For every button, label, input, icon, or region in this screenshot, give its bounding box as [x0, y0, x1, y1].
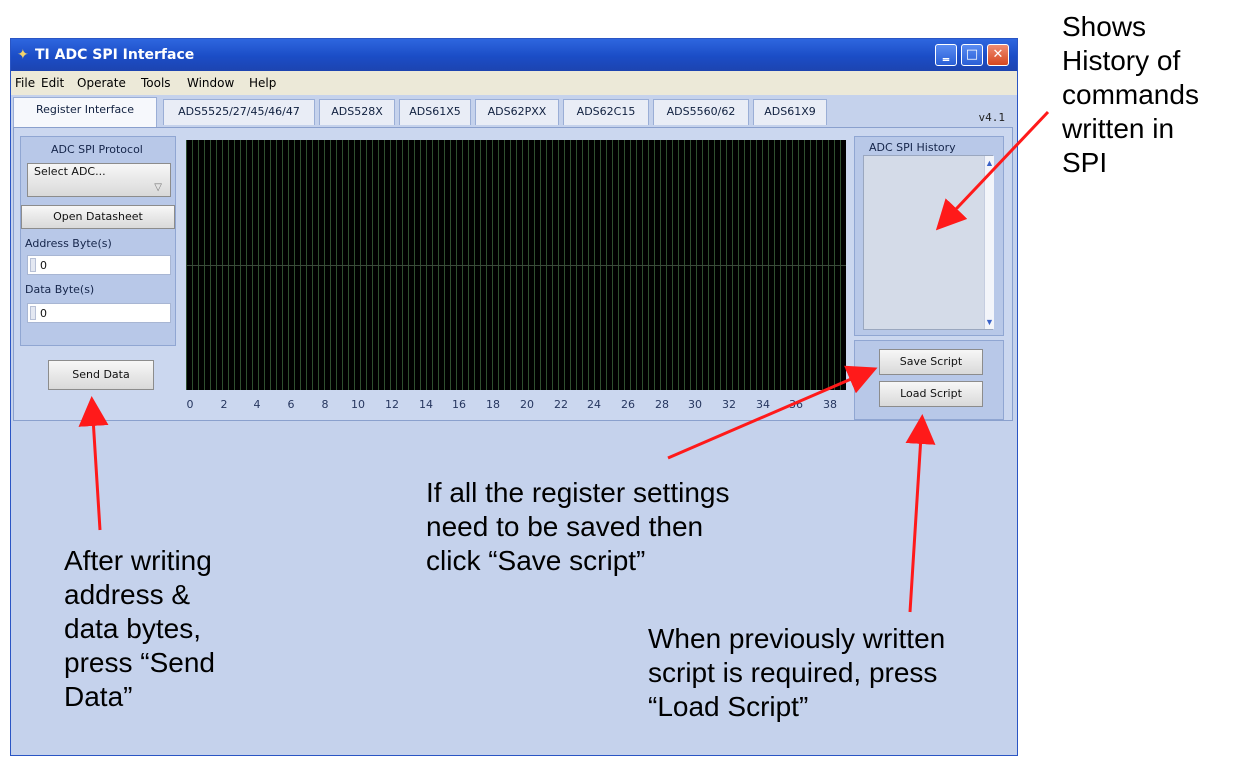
annotation-line: data bytes, [64, 613, 201, 644]
annotation-line: Data” [64, 681, 133, 712]
history-annotation: Shows History of commands written in SPI [1062, 10, 1199, 180]
annotation-line: address & [64, 579, 191, 610]
annotation-line: script is required, press [648, 657, 938, 688]
annotation-line: “Load Script” [648, 691, 809, 722]
annotation-line: When previously written [648, 623, 946, 654]
load-script-annotation: When previously written script is requir… [648, 622, 945, 724]
history-arrow [935, 110, 1050, 231]
annotation-line: need to be saved then [426, 511, 704, 542]
annotation-line: After writing [64, 545, 212, 576]
annotation-line: written in [1062, 113, 1175, 144]
annotation-line: press “Send [64, 647, 215, 678]
load-script-arrow [905, 414, 936, 613]
annotation-line: SPI [1062, 147, 1108, 178]
send-data-annotation: After writing address & data bytes, pres… [64, 544, 215, 714]
save-script-annotation: If all the register settings need to be … [426, 476, 729, 578]
send-data-arrow [78, 396, 109, 531]
annotation-line: Shows [1062, 11, 1147, 42]
annotation-line: commands [1062, 79, 1199, 110]
annotation-line: If all the register settings [426, 477, 730, 508]
annotation-line: click “Save script” [426, 545, 646, 576]
annotation-line: History of [1062, 45, 1181, 76]
save-script-arrow [667, 365, 878, 460]
